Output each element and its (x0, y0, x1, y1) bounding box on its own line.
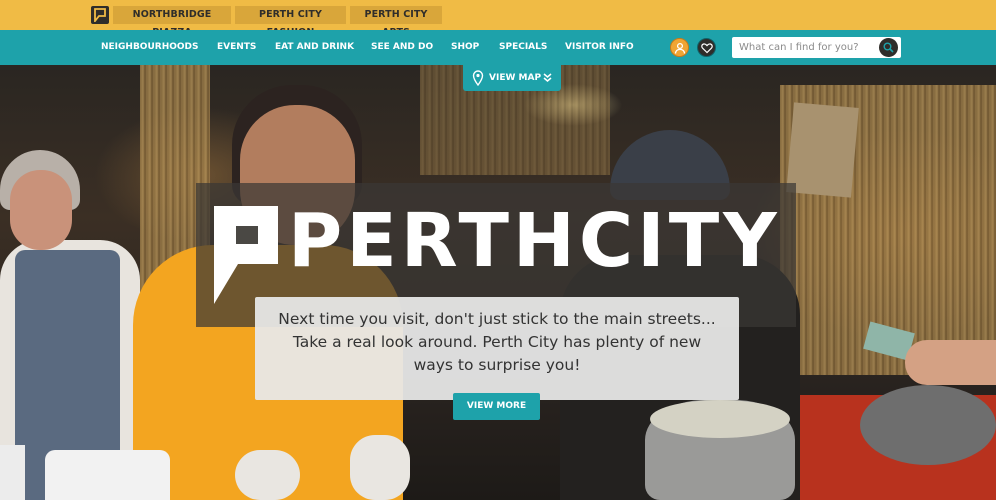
heart-icon (701, 43, 713, 54)
nav-events[interactable]: EVENTS (217, 30, 256, 65)
hero-banner: VIEW MAP PERTHCITY Next time you visit, … (0, 65, 996, 500)
hero-tagline: Next time you visit, don't just stick to… (255, 297, 739, 400)
hero-photo-pan (860, 385, 996, 465)
map-pin-icon (472, 70, 484, 86)
perth-city-logo-mark-icon (214, 206, 278, 304)
search-input[interactable] (732, 37, 878, 58)
nav-specials[interactable]: SPECIALS (499, 30, 547, 65)
account-button[interactable] (670, 38, 689, 57)
user-icon (674, 42, 686, 54)
nav-eat-and-drink[interactable]: EAT AND DRINK (275, 30, 354, 65)
hero-photo-woman-face (10, 170, 72, 250)
top-bar: NORTHBRIDGE PIAZZA PERTH CITY FASHION PE… (0, 0, 996, 38)
search-icon (883, 42, 894, 53)
hero-photo-bucket (45, 450, 170, 500)
nav-shop[interactable]: SHOP (451, 30, 479, 65)
main-nav: NEIGHBOURHOODS EVENTS EAT AND DRINK SEE … (0, 30, 996, 65)
toplink-perth-city-fashion[interactable]: PERTH CITY FASHION (235, 6, 346, 38)
hero-photo-bowl (0, 445, 25, 500)
nav-neighbourhoods[interactable]: NEIGHBOURHOODS (101, 30, 198, 65)
view-more-button[interactable]: VIEW MORE (453, 393, 540, 420)
search-field (732, 37, 901, 58)
hero-photo-paper-bag (786, 102, 859, 198)
nav-see-and-do[interactable]: SEE AND DO (371, 30, 433, 65)
logo-wordmark: PERTHCITY (288, 198, 781, 284)
hero-photo-gloved-hand (235, 450, 300, 500)
toplink-northbridge-piazza[interactable]: NORTHBRIDGE PIAZZA (113, 6, 231, 38)
double-chevron-down-icon (543, 73, 552, 82)
view-map-button[interactable]: VIEW MAP (463, 65, 561, 91)
search-button[interactable] (879, 38, 898, 57)
site-logo-icon[interactable] (91, 6, 109, 24)
toplink-perth-city-arts[interactable]: PERTH CITY ARTS (350, 6, 442, 38)
hero-photo-gloved-hand (350, 435, 410, 500)
hero-photo-pot-lid (650, 400, 790, 438)
nav-visitor-info[interactable]: VISITOR INFO (565, 30, 634, 65)
favourites-button[interactable] (697, 38, 716, 57)
hero-photo-hand (905, 340, 996, 385)
view-map-label: VIEW MAP (489, 73, 542, 83)
